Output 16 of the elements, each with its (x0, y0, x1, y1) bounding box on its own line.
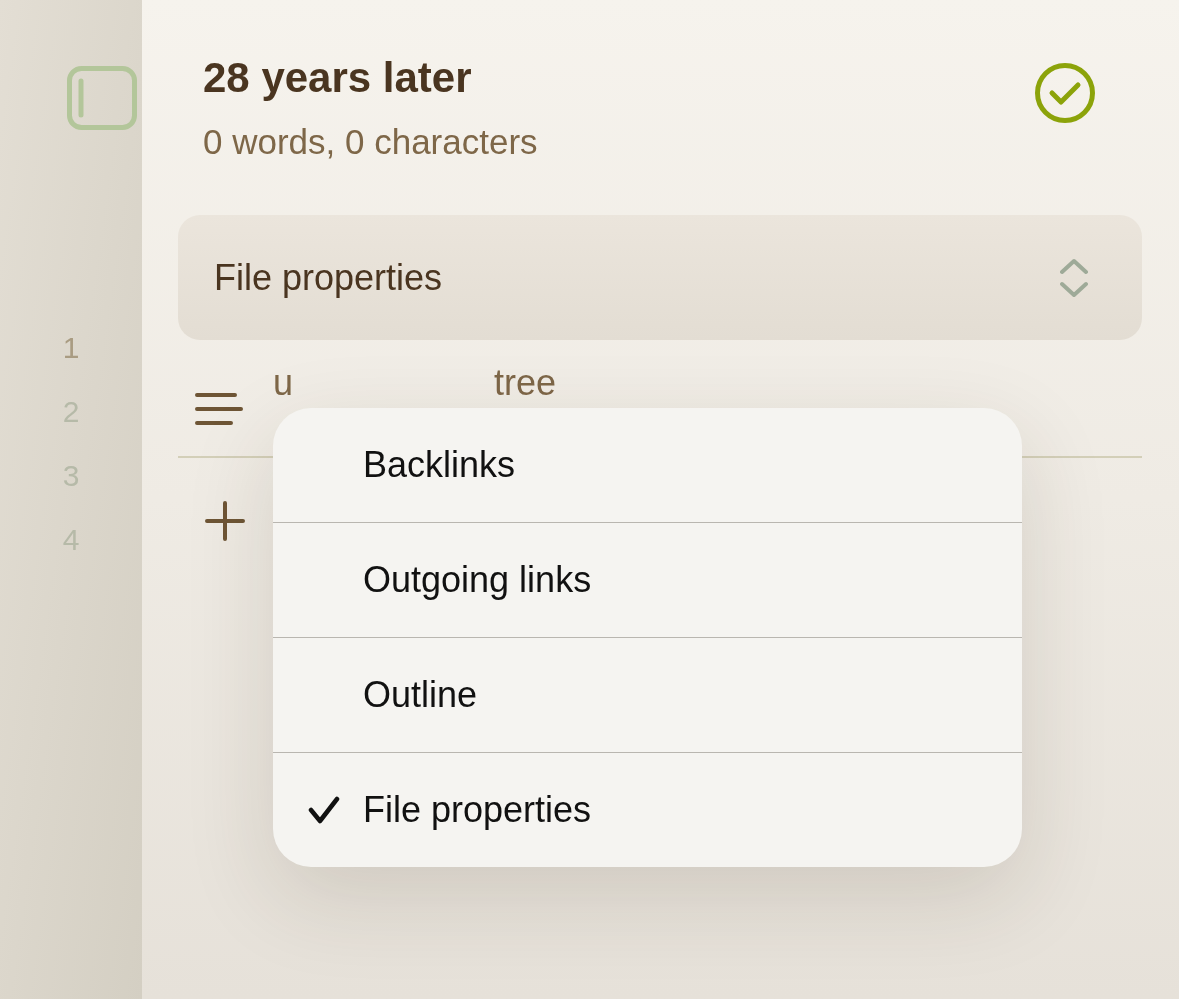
properties-panel-header[interactable]: File properties (178, 215, 1142, 340)
check-circle-icon[interactable] (1035, 63, 1095, 123)
menu-item[interactable]: Outline (273, 638, 1022, 752)
panel-title: File properties (214, 255, 443, 300)
menu-item[interactable]: Outgoing links (273, 523, 1022, 637)
list-icon[interactable] (195, 393, 243, 425)
chevron-up-down-icon[interactable] (1060, 257, 1088, 298)
line-number: 1 (61, 329, 81, 366)
property-key[interactable]: u (273, 364, 494, 402)
menu-item[interactable]: Backlinks (273, 408, 1022, 522)
property-value[interactable]: tree (494, 364, 557, 402)
menu-item[interactable]: File properties (273, 753, 1022, 867)
note-title: 28 years later (203, 53, 473, 103)
plus-icon[interactable] (205, 501, 245, 541)
sidebar-toggle-icon[interactable] (67, 66, 137, 130)
note-stats: 0 words, 0 characters (203, 121, 538, 163)
